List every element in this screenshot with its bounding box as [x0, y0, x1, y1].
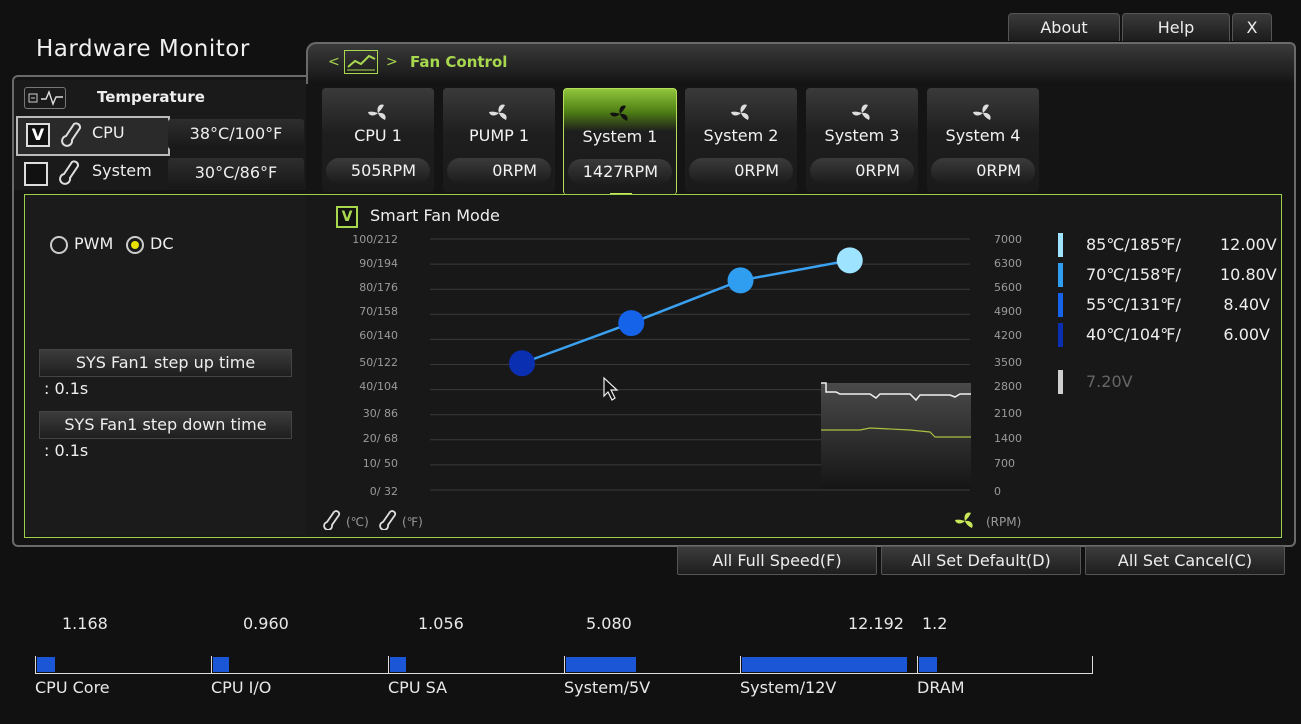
legend-volt: 10.80V — [1220, 265, 1277, 284]
voltage-label: CPU Core — [35, 678, 110, 697]
voltage-value: 5.080 — [586, 614, 632, 633]
legend-current-volt: 7.20V — [1086, 372, 1133, 391]
fan-curve-line — [521, 259, 850, 365]
voltage-tick — [1092, 656, 1093, 674]
voltage-bar — [919, 657, 937, 672]
celsius-unit: (℃) — [346, 515, 369, 529]
voltage-label: CPU SA — [388, 678, 448, 697]
voltage-tick — [211, 656, 212, 674]
legend-temp: 55℃/131℉/ — [1086, 295, 1181, 314]
fan-icon — [952, 510, 978, 536]
voltage-value: 0.960 — [243, 614, 289, 633]
voltage-label: System/5V — [564, 678, 651, 697]
voltage-tick — [917, 656, 918, 674]
voltage-bar — [742, 657, 907, 672]
voltage-value: 1.056 — [418, 614, 464, 633]
curve-point-handle[interactable] — [509, 350, 535, 377]
fahrenheit-unit: (℉) — [402, 515, 423, 529]
curve-point-handle[interactable] — [727, 267, 754, 294]
voltage-tick — [740, 656, 741, 674]
voltage-label: System/12V — [740, 678, 837, 697]
legend-volt: 6.00V — [1223, 325, 1270, 344]
legend-swatch — [1058, 233, 1063, 257]
thermometer-icon — [378, 510, 398, 534]
thermometer-icon — [322, 510, 342, 534]
legend-swatch — [1058, 293, 1063, 317]
voltage-tick — [388, 656, 389, 674]
rpm-unit: (RPM) — [986, 515, 1022, 529]
rpm-history-graph — [821, 382, 971, 489]
legend-temp: 70℃/158℉/ — [1086, 265, 1181, 284]
voltage-tick — [564, 656, 565, 674]
voltage-value: 1.2 — [922, 614, 948, 633]
voltage-bar — [213, 657, 229, 672]
all-set-default-button[interactable]: All Set Default(D) — [881, 546, 1081, 575]
mouse-cursor-icon — [603, 376, 619, 401]
legend-temp: 85℃/185℉/ — [1086, 235, 1181, 254]
curve-point-handle[interactable] — [836, 247, 863, 274]
voltage-value: 1.168 — [62, 614, 108, 633]
all-set-cancel-button[interactable]: All Set Cancel(C) — [1085, 546, 1285, 575]
voltage-bar — [566, 657, 636, 672]
voltage-tick — [35, 656, 36, 674]
legend-volt: 8.40V — [1223, 295, 1270, 314]
history-background — [821, 383, 971, 489]
voltage-bar — [390, 657, 406, 672]
all-full-speed-button[interactable]: All Full Speed(F) — [677, 546, 877, 575]
legend-swatch — [1058, 323, 1063, 347]
voltage-value: 12.192 — [848, 614, 904, 633]
legend-volt: 12.00V — [1220, 235, 1277, 254]
legend-swatch — [1058, 370, 1063, 394]
curve-point-handle[interactable] — [618, 310, 645, 337]
legend-swatch — [1058, 263, 1063, 287]
legend-temp: 40℃/104℉/ — [1086, 325, 1181, 344]
fan-curve-chart[interactable] — [0, 0, 1301, 724]
voltage-label: DRAM — [917, 678, 965, 697]
voltage-label: CPU I/O — [211, 678, 272, 697]
voltage-bar — [37, 657, 55, 672]
